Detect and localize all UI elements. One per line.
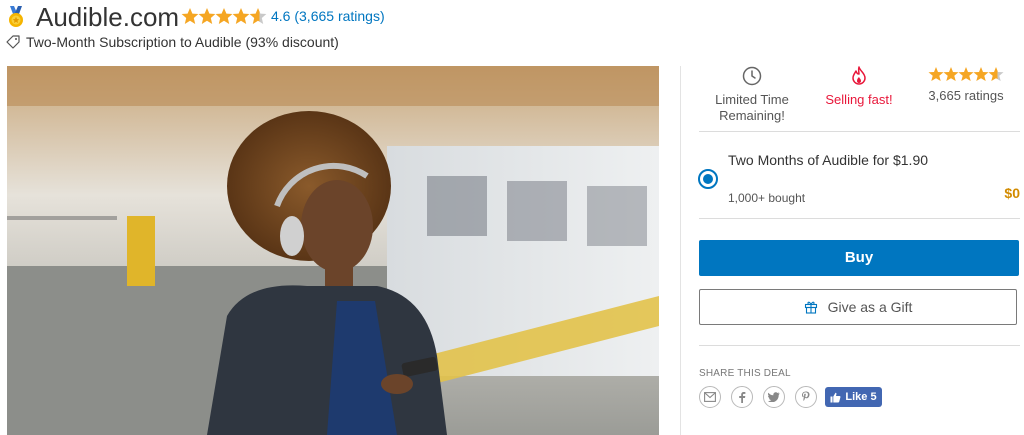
deal-subtitle: Two-Month Subscription to Audible (93% d… <box>26 34 339 50</box>
panel-divider <box>680 66 681 435</box>
facebook-share-button[interactable] <box>731 386 753 408</box>
selling-fast-info: Selling fast! <box>809 66 909 108</box>
ratings-count-label: 3,665 ratings <box>928 88 1004 103</box>
clock-icon <box>742 66 762 86</box>
email-share-button[interactable] <box>699 386 721 408</box>
stars-icon <box>928 67 1004 81</box>
option-radio[interactable] <box>698 169 718 189</box>
facebook-like-button[interactable]: Like 5 <box>825 387 882 407</box>
tag-icon <box>6 35 20 49</box>
page-title: Audible.com <box>36 2 180 32</box>
twitter-share-button[interactable] <box>763 386 785 408</box>
option-bought-count: 1,000+ bought <box>728 191 806 205</box>
facebook-like-label: Like 5 <box>845 391 877 403</box>
facebook-icon <box>739 392 746 403</box>
limited-time-info: Limited Time Remaining! <box>702 66 802 124</box>
gift-button-label: Give as a Gift <box>827 299 913 315</box>
flame-icon <box>852 66 866 85</box>
gift-icon <box>804 301 817 314</box>
limited-time-line2: Remaining! <box>719 108 785 123</box>
divider <box>699 345 1020 346</box>
pinterest-icon <box>802 391 810 401</box>
star-rating-icon <box>181 8 267 24</box>
ratings-link[interactable]: 4.6 (3,665 ratings) <box>271 6 385 26</box>
divider <box>699 218 1020 219</box>
thumbs-up-icon <box>830 392 841 402</box>
selling-fast-label: Selling fast! <box>825 92 893 107</box>
medal-icon <box>9 6 23 27</box>
rating-stars <box>181 7 267 25</box>
give-as-gift-button[interactable]: Give as a Gift <box>699 289 1017 325</box>
ratings-info: 3,665 ratings <box>916 66 1016 104</box>
buy-button[interactable]: Buy <box>699 240 1019 276</box>
option-title[interactable]: Two Months of Audible for $1.90 <box>728 151 928 169</box>
email-icon <box>704 392 716 402</box>
limited-time-line1: Limited Time <box>715 92 789 107</box>
twitter-icon <box>768 392 780 402</box>
divider <box>699 131 1020 132</box>
share-label: SHARE THIS DEAL <box>699 368 791 379</box>
hero-image <box>7 66 659 435</box>
pinterest-share-button[interactable] <box>795 386 817 408</box>
option-price: $0 <box>1004 185 1020 201</box>
